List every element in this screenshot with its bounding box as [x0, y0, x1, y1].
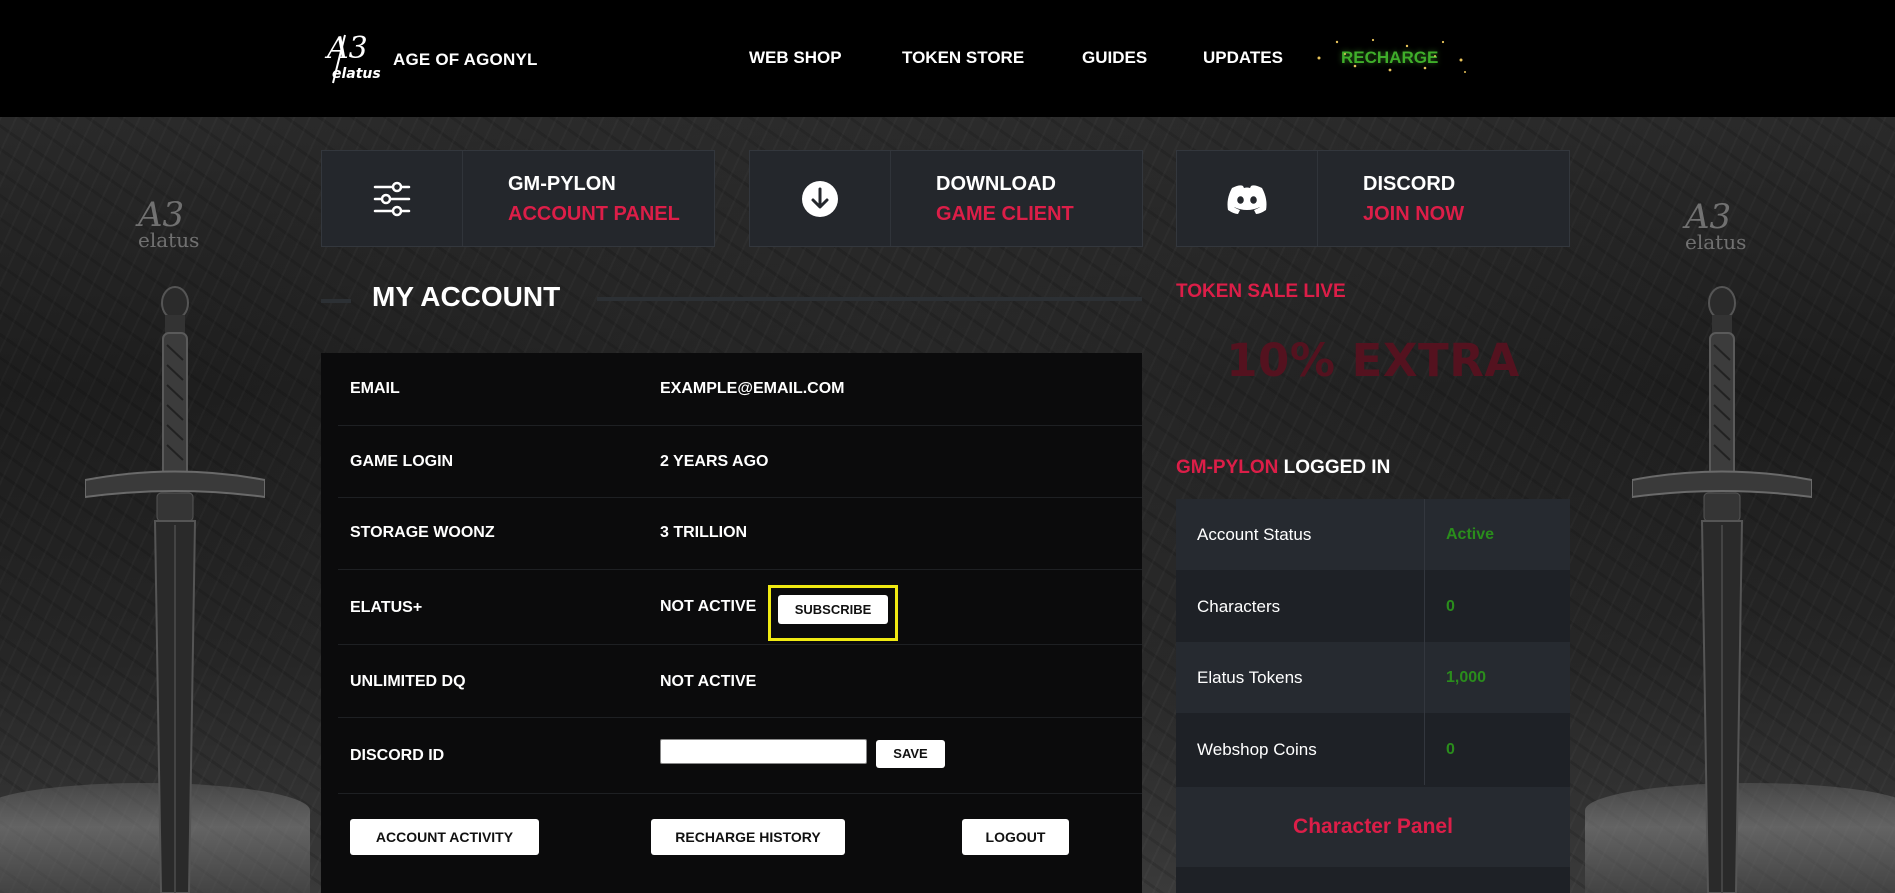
- nav-recharge[interactable]: RECHARGE: [1341, 48, 1438, 68]
- nav-token-store[interactable]: TOKEN STORE: [902, 48, 1024, 68]
- watermark-right: A3 elatus: [1685, 200, 1746, 254]
- card-title: DOWNLOAD: [936, 173, 1056, 195]
- sword-left-image: [85, 286, 265, 893]
- account-status-table: Account Status Active Characters 0 Elatu…: [1176, 499, 1570, 893]
- watermark-sub: elatus: [138, 228, 200, 252]
- status-key: Webshop Coins: [1197, 740, 1317, 759]
- section-divider-left: [321, 299, 351, 303]
- brand-name[interactable]: AGE OF AGONYL: [393, 50, 538, 70]
- status-value: 0: [1446, 741, 1455, 758]
- card-title: DISCORD: [1363, 173, 1456, 195]
- save-discord-id-button[interactable]: SAVE: [876, 740, 945, 768]
- account-row-game-login: GAME LOGIN 2 YEARS AGO: [338, 426, 1142, 498]
- card-link[interactable]: JOIN NOW: [1363, 203, 1464, 226]
- sword-right-image: [1632, 286, 1812, 893]
- logo-subtext: elatus: [332, 66, 381, 82]
- recharge-history-button[interactable]: RECHARGE HISTORY: [651, 819, 845, 855]
- row-label: ELATUS+: [350, 599, 423, 616]
- card-link[interactable]: ACCOUNT PANEL: [508, 203, 680, 226]
- card-account-panel[interactable]: GM-PYLON ACCOUNT PANEL: [321, 150, 715, 247]
- card-icon-zone: [1177, 151, 1318, 246]
- account-activity-button[interactable]: ACCOUNT ACTIVITY: [350, 819, 539, 855]
- row-label: UNLIMITED DQ: [350, 673, 466, 690]
- status-row-account-status: Account Status Active: [1176, 499, 1570, 570]
- section-divider-right: [597, 297, 1142, 301]
- account-row-unlimited-dq: UNLIMITED DQ NOT ACTIVE: [338, 645, 1142, 718]
- card-discord[interactable]: DISCORD JOIN NOW: [1176, 150, 1570, 247]
- top-navigation-bar: A3 elatus AGE OF AGONYL WEB SHOP TOKEN S…: [0, 0, 1895, 117]
- row-label: STORAGE WOONZ: [350, 524, 495, 541]
- nav-updates[interactable]: UPDATES: [1203, 48, 1283, 68]
- nav-web-shop[interactable]: WEB SHOP: [749, 48, 842, 68]
- card-icon-zone: [750, 151, 891, 246]
- watermark-left: A3 elatus: [138, 198, 199, 252]
- status-key: Elatus Tokens: [1197, 668, 1303, 687]
- logged-in-suffix: LOGGED IN: [1283, 457, 1391, 478]
- account-details-panel: EMAIL EXAMPLE@EMAIL.COM GAME LOGIN 2 YEA…: [321, 353, 1142, 893]
- status-row-elatus-tokens: Elatus Tokens 1,000: [1176, 642, 1570, 713]
- discord-id-input[interactable]: [660, 739, 867, 764]
- status-value: Active: [1446, 526, 1495, 543]
- character-panel-link[interactable]: Character Panel: [1176, 787, 1570, 867]
- logged-in-heading: GM-PYLON LOGGED IN: [1176, 457, 1390, 479]
- watermark-mark: A3: [138, 195, 185, 235]
- subscribe-button[interactable]: SUBSCRIBE: [778, 595, 888, 624]
- token-sale-title: TOKEN SALE LIVE: [1176, 281, 1346, 302]
- card-icon-zone: [322, 151, 463, 246]
- status-key: Characters: [1197, 597, 1281, 616]
- card-link[interactable]: GAME CLIENT: [936, 203, 1074, 226]
- account-row-discord-id: DISCORD ID SAVE: [338, 718, 1142, 794]
- logo-mark: A3: [327, 31, 368, 66]
- watermark-mark: A3: [1685, 197, 1732, 237]
- row-label: GAME LOGIN: [350, 453, 454, 470]
- account-row-storage: STORAGE WOONZ 3 TRILLION: [338, 498, 1142, 570]
- nav-guides[interactable]: GUIDES: [1082, 48, 1147, 68]
- download-icon: [802, 180, 838, 217]
- site-logo[interactable]: A3 elatus: [323, 31, 385, 87]
- logged-in-user: GM-PYLON: [1176, 457, 1279, 478]
- token-sale-headline: 10% EXTRA: [1226, 334, 1520, 387]
- my-account-title: MY ACCOUNT: [372, 281, 561, 312]
- status-value: 1,000: [1446, 669, 1487, 686]
- unlimited-dq-value: NOT ACTIVE: [660, 673, 757, 690]
- game-login-value: 2 YEARS AGO: [660, 453, 769, 470]
- storage-value: 3 TRILLION: [660, 524, 748, 541]
- logout-button[interactable]: LOGOUT: [962, 819, 1069, 855]
- discord-icon: [1227, 184, 1267, 214]
- status-key: Account Status: [1197, 525, 1312, 544]
- status-value: 0: [1446, 598, 1455, 615]
- watermark-sub: elatus: [1685, 230, 1747, 254]
- card-download-client[interactable]: DOWNLOAD GAME CLIENT: [749, 150, 1143, 247]
- row-label: DISCORD ID: [350, 747, 445, 764]
- elatus-plus-value: NOT ACTIVE: [660, 598, 757, 615]
- sliders-icon: [373, 181, 411, 216]
- email-value: EXAMPLE@EMAIL.COM: [660, 380, 845, 397]
- status-row-characters: Characters 0: [1176, 571, 1570, 642]
- card-title: GM-PYLON: [508, 173, 616, 195]
- row-label: EMAIL: [350, 380, 400, 397]
- status-column-divider: [1424, 499, 1425, 785]
- account-row-elatus-plus: ELATUS+ NOT ACTIVE SUBSCRIBE: [338, 570, 1142, 645]
- status-row-webshop-coins: Webshop Coins 0: [1176, 714, 1570, 785]
- account-row-email: EMAIL EXAMPLE@EMAIL.COM: [338, 353, 1142, 426]
